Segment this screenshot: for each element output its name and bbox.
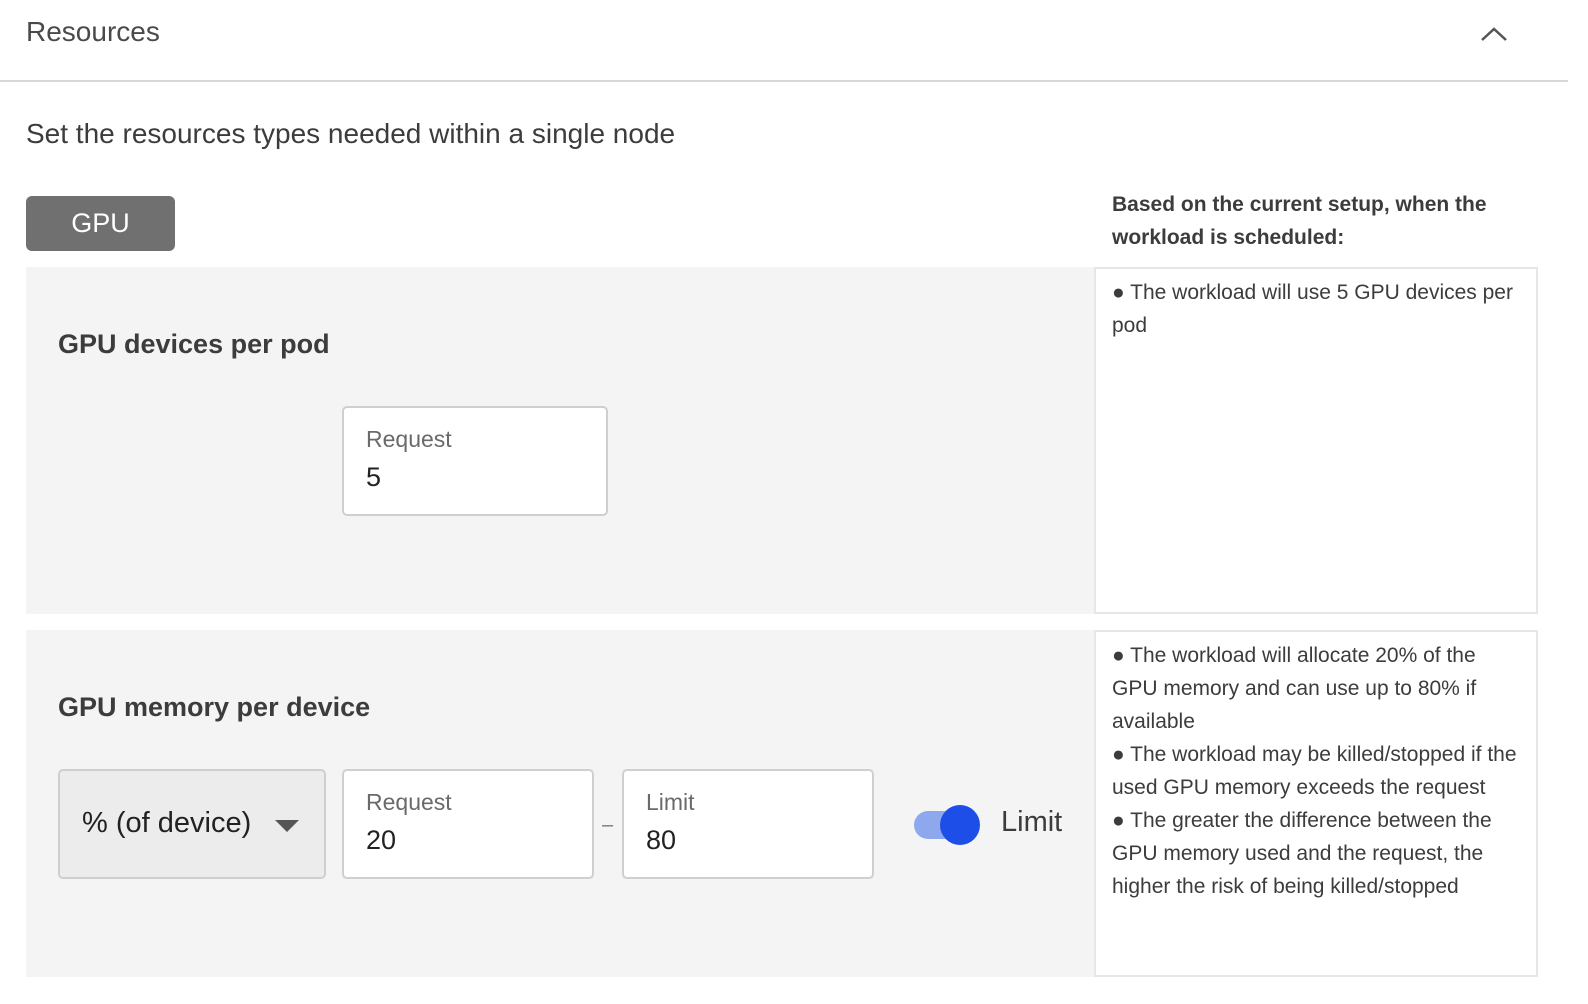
request-label: Request (366, 426, 452, 452)
gpu-memory-info: ● The workload will allocate 20% of the … (1094, 630, 1538, 977)
caret-down-icon (275, 820, 299, 832)
request-label: Request (366, 789, 452, 815)
resources-description: Set the resources types needed within a … (26, 118, 676, 149)
gpu-memory-title: GPU memory per device (58, 692, 371, 722)
resources-header[interactable]: Resources (0, 0, 1568, 82)
gpu-devices-title: GPU devices per pod (58, 329, 330, 359)
memory-unit-select[interactable]: % (of device) (58, 769, 326, 879)
memory-unit-value: % (of device) (82, 807, 252, 839)
request-value: 20 (366, 825, 397, 855)
limit-toggle-label: Limit (1001, 806, 1063, 838)
gpu-memory-limit-field[interactable]: Limit 80 (622, 769, 874, 879)
info-line: ● The workload will use 5 GPU devices pe… (1112, 281, 1513, 337)
gpu-devices-section: GPU devices per pod Request 5 (26, 267, 1094, 614)
info-line: ● The greater the difference between the… (1112, 809, 1492, 898)
tab-gpu[interactable]: GPU (26, 196, 175, 251)
collapse-button[interactable] (1470, 14, 1518, 54)
limit-toggle[interactable] (912, 803, 982, 847)
section-title: Resources (26, 16, 160, 47)
gpu-memory-request-field[interactable]: Request 20 (342, 769, 594, 879)
chevron-up-icon (1481, 27, 1507, 41)
range-separator: – (602, 814, 614, 836)
toggle-thumb (940, 805, 980, 845)
info-line: ● The workload will allocate 20% of the … (1112, 644, 1477, 733)
request-value: 5 (366, 462, 382, 492)
gpu-devices-info: ● The workload will use 5 GPU devices pe… (1094, 267, 1538, 614)
gpu-memory-section: GPU memory per device % (of device) Requ… (26, 630, 1094, 977)
limit-label: Limit (646, 789, 695, 815)
info-line: ● The workload may be killed/stopped if … (1112, 743, 1517, 799)
limit-value: 80 (646, 825, 677, 855)
summary-heading: Based on the current setup, when the wor… (1112, 193, 1487, 249)
gpu-devices-request-field[interactable]: Request 5 (342, 406, 608, 516)
